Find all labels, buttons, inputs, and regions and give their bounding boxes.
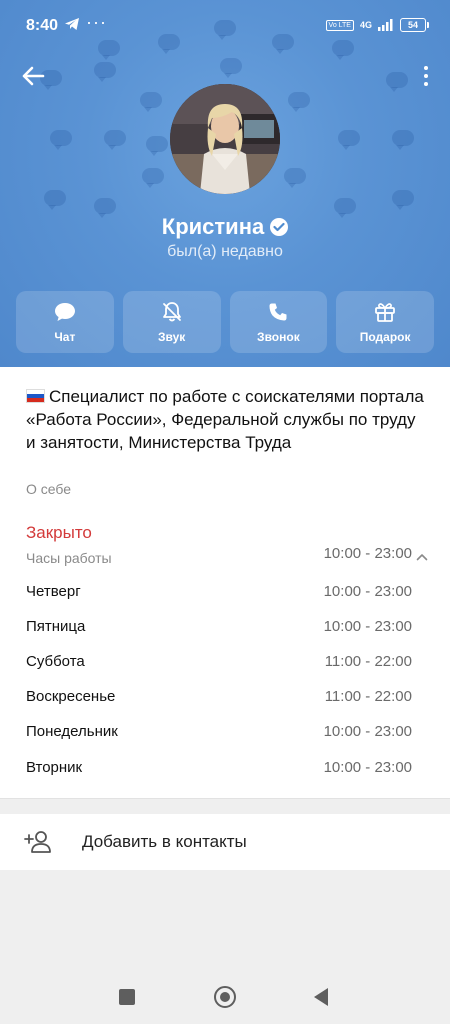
day-hours: 10:00 - 23:00 [323, 723, 412, 740]
day-hours: 11:00 - 22:00 [324, 653, 412, 670]
mute-button[interactable]: Звук [122, 291, 221, 353]
day-name: Четверг [26, 583, 81, 600]
signal-icon [378, 19, 393, 31]
day-hours: 10:00 - 23:00 [323, 583, 412, 600]
gift-button[interactable]: Подарок [336, 291, 434, 353]
phone-icon [266, 300, 290, 324]
network-type: 4G [359, 20, 372, 30]
day-name: Суббота [26, 653, 85, 670]
hours-row: Вторник 10:00 - 23:00 [26, 759, 412, 783]
hours-row: Пятница 10:00 - 23:00 [26, 618, 412, 642]
business-hours-label: Часы работы [26, 550, 112, 566]
business-status: Закрыто [26, 523, 92, 542]
add-contact-label: Добавить в контакты [82, 832, 247, 851]
hours-row: Суббота 11:00 - 22:00 [26, 653, 412, 677]
home-button[interactable] [214, 986, 236, 1008]
day-name: Воскресенье [26, 688, 116, 705]
day-name: Вторник [26, 759, 83, 776]
russia-flag-icon [26, 389, 45, 403]
more-menu-button[interactable] [420, 64, 432, 88]
gift-icon [373, 300, 397, 324]
business-hours-today[interactable]: 10:00 - 23:00 [324, 545, 412, 562]
battery-level: 54 [407, 20, 418, 30]
system-navigation-bar [0, 970, 450, 1024]
day-hours: 10:00 - 23:00 [323, 759, 412, 776]
recent-apps-button[interactable] [119, 989, 135, 1005]
bio-text-block[interactable]: Специалист по работе с соискателями порт… [26, 385, 426, 454]
verified-badge-icon [270, 218, 289, 236]
profile-info-card: Специалист по работе с соискателями порт… [0, 367, 450, 798]
battery-icon: 54 [400, 18, 429, 32]
add-contact-button[interactable]: Добавить в контакты [0, 814, 450, 870]
chevron-up-icon[interactable] [416, 549, 428, 561]
profile-name: Кристина [161, 214, 265, 239]
action-buttons: Чат Звук Звонок Подарок [16, 291, 434, 353]
day-hours: 11:00 - 22:00 [324, 688, 412, 705]
back-button[interactable] [20, 64, 46, 88]
avatar[interactable] [170, 84, 280, 194]
more-notifications-icon: ··· [86, 12, 107, 32]
hours-row: Четверг 10:00 - 23:00 [26, 583, 412, 607]
more-vertical-icon [424, 66, 428, 70]
bell-off-icon [160, 300, 184, 324]
call-button-label: Звонок [257, 330, 300, 344]
bio-text: Специалист по работе с соискателями порт… [26, 387, 424, 452]
chat-button[interactable]: Чат [16, 291, 114, 353]
day-name: Пятница [26, 618, 86, 635]
mute-button-label: Звук [157, 330, 186, 344]
chat-button-label: Чат [54, 330, 76, 344]
status-bar: 8:40 ··· Vo LTE 4G 54 [0, 0, 450, 52]
profile-status: был(а) недавно [167, 243, 283, 260]
telegram-notification-icon [64, 17, 80, 36]
system-back-button[interactable] [314, 988, 328, 1006]
add-person-icon [24, 828, 52, 856]
day-hours: 10:00 - 23:00 [323, 618, 412, 635]
chat-icon [53, 300, 77, 324]
hours-row: Понедельник 10:00 - 23:00 [26, 723, 412, 747]
hours-row: Воскресенье 11:00 - 22:00 [26, 688, 412, 712]
status-time: 8:40 [26, 17, 59, 34]
home-icon [220, 992, 230, 1002]
section-divider [0, 798, 450, 814]
bio-caption: О себе [26, 481, 72, 497]
arrow-left-icon [22, 66, 45, 86]
profile-name-row: Кристина [0, 214, 450, 240]
day-name: Понедельник [26, 723, 118, 740]
volte-badge: Vo LTE [325, 19, 354, 31]
call-button[interactable]: Звонок [229, 291, 328, 353]
gift-button-label: Подарок [359, 330, 411, 344]
